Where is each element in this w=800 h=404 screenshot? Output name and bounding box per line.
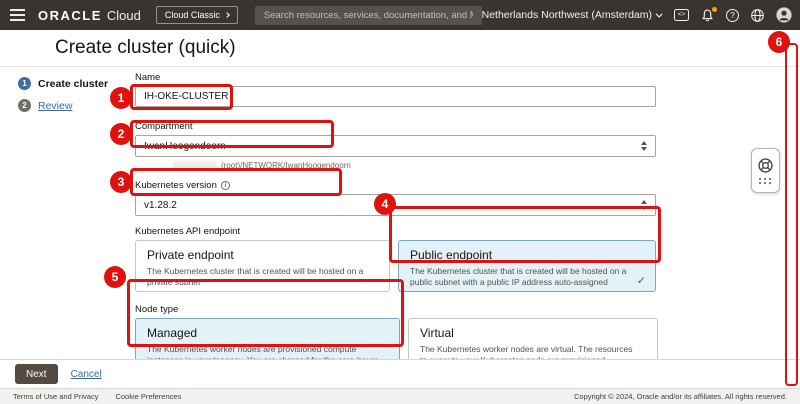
step-1-label: Create cluster bbox=[38, 78, 108, 90]
brand-oracle: ORACLE bbox=[38, 8, 102, 23]
help-widget[interactable] bbox=[751, 148, 780, 193]
node-type-label: Node type bbox=[135, 304, 658, 315]
cookie-preferences-link[interactable]: Cookie Preferences bbox=[115, 392, 181, 401]
region-label: Netherlands Northwest (Amsterdam) bbox=[482, 9, 652, 21]
api-endpoint-options: Private endpoint The Kubernetes cluster … bbox=[135, 240, 658, 292]
top-navigation-bar: ORACLE Cloud Cloud Classic Netherlands N… bbox=[0, 0, 800, 30]
life-ring-icon bbox=[757, 157, 774, 174]
annotation-badge-3: 3 bbox=[110, 171, 132, 193]
private-endpoint-title: Private endpoint bbox=[147, 248, 378, 262]
cancel-link[interactable]: Cancel bbox=[71, 369, 102, 380]
public-endpoint-desc: The Kubernetes cluster that is created w… bbox=[410, 266, 644, 288]
compartment-label: Compartment bbox=[135, 121, 658, 132]
compartment-value: IwanHoogendoorn bbox=[144, 141, 226, 152]
api-endpoint-label: Kubernetes API endpoint bbox=[135, 226, 658, 237]
compartment-path-row: (root)/NETWORK/IwanHoogendoorn bbox=[173, 161, 658, 170]
annotation-badge-5: 5 bbox=[104, 266, 126, 288]
annotation-badge-2: 2 bbox=[110, 123, 132, 145]
terms-link[interactable]: Terms of Use and Privacy bbox=[13, 392, 98, 401]
name-input[interactable] bbox=[135, 86, 656, 107]
profile-avatar[interactable] bbox=[776, 7, 792, 23]
oracle-cloud-create-cluster-screen: ORACLE Cloud Cloud Classic Netherlands N… bbox=[0, 0, 800, 404]
redacted-text bbox=[173, 161, 217, 170]
compartment-select[interactable]: IwanHoogendoorn bbox=[135, 135, 656, 157]
private-endpoint-desc: The Kubernetes cluster that is created w… bbox=[147, 266, 378, 288]
language-globe-icon[interactable] bbox=[750, 8, 765, 23]
page-footer: Terms of Use and Privacy Cookie Preferen… bbox=[0, 388, 800, 404]
wizard-action-bar: Next Cancel bbox=[0, 359, 800, 388]
name-label: Name bbox=[135, 72, 658, 83]
copyright-text: Copyright © 2024, Oracle and/or its affi… bbox=[574, 392, 787, 401]
virtual-node-title: Virtual bbox=[420, 326, 646, 340]
notification-dot bbox=[712, 7, 717, 12]
page-header: Create cluster (quick) bbox=[0, 30, 800, 67]
next-button[interactable]: Next bbox=[15, 364, 58, 384]
annotation-badge-6: 6 bbox=[768, 31, 790, 53]
info-icon[interactable]: i bbox=[221, 181, 230, 190]
cloud-classic-label: Cloud Classic bbox=[165, 10, 220, 20]
private-endpoint-card[interactable]: Private endpoint The Kubernetes cluster … bbox=[135, 240, 390, 292]
page-title: Create cluster (quick) bbox=[55, 37, 236, 59]
annotation-badge-1: 1 bbox=[110, 87, 132, 109]
step-2-link[interactable]: Review bbox=[38, 100, 72, 112]
select-stepper-icon bbox=[641, 141, 647, 151]
menu-icon[interactable] bbox=[10, 9, 25, 21]
step-1-indicator: 1 bbox=[18, 77, 31, 90]
step-review[interactable]: 2 Review bbox=[18, 99, 108, 112]
oracle-cloud-logo[interactable]: ORACLE Cloud bbox=[38, 8, 141, 23]
wizard-steps: 1 Create cluster 2 Review bbox=[18, 77, 108, 121]
notifications-bell-icon[interactable] bbox=[700, 8, 715, 23]
step-2-indicator: 2 bbox=[18, 99, 31, 112]
brand-cloud: Cloud bbox=[107, 8, 141, 23]
chevron-down-icon bbox=[656, 10, 663, 17]
managed-node-title: Managed bbox=[147, 326, 388, 340]
help-icon[interactable]: ? bbox=[726, 9, 739, 22]
create-cluster-form: Name Compartment IwanHoogendoorn (root)/… bbox=[135, 72, 658, 401]
public-endpoint-card[interactable]: Public endpoint The Kubernetes cluster t… bbox=[398, 240, 656, 292]
search-input[interactable] bbox=[255, 6, 482, 25]
global-search bbox=[255, 5, 482, 25]
kubernetes-version-label: Kubernetes version i bbox=[135, 180, 658, 191]
annotation-badge-4: 4 bbox=[374, 193, 396, 215]
select-stepper-icon bbox=[641, 200, 647, 210]
cloud-classic-button[interactable]: Cloud Classic bbox=[156, 6, 238, 24]
annotation-box-6-scrollbar bbox=[785, 43, 798, 386]
grid-dots-icon bbox=[759, 178, 772, 184]
compartment-path: (root)/NETWORK/IwanHoogendoorn bbox=[221, 161, 351, 170]
console-icon[interactable]: <> bbox=[674, 9, 689, 21]
selected-check-icon: ✓ bbox=[637, 274, 646, 287]
region-selector[interactable]: Netherlands Northwest (Amsterdam) bbox=[482, 9, 663, 21]
public-endpoint-title: Public endpoint bbox=[410, 248, 644, 262]
step-create-cluster[interactable]: 1 Create cluster bbox=[18, 77, 108, 90]
chevron-right-icon bbox=[224, 12, 230, 18]
kubernetes-version-value: v1.28.2 bbox=[144, 200, 177, 211]
